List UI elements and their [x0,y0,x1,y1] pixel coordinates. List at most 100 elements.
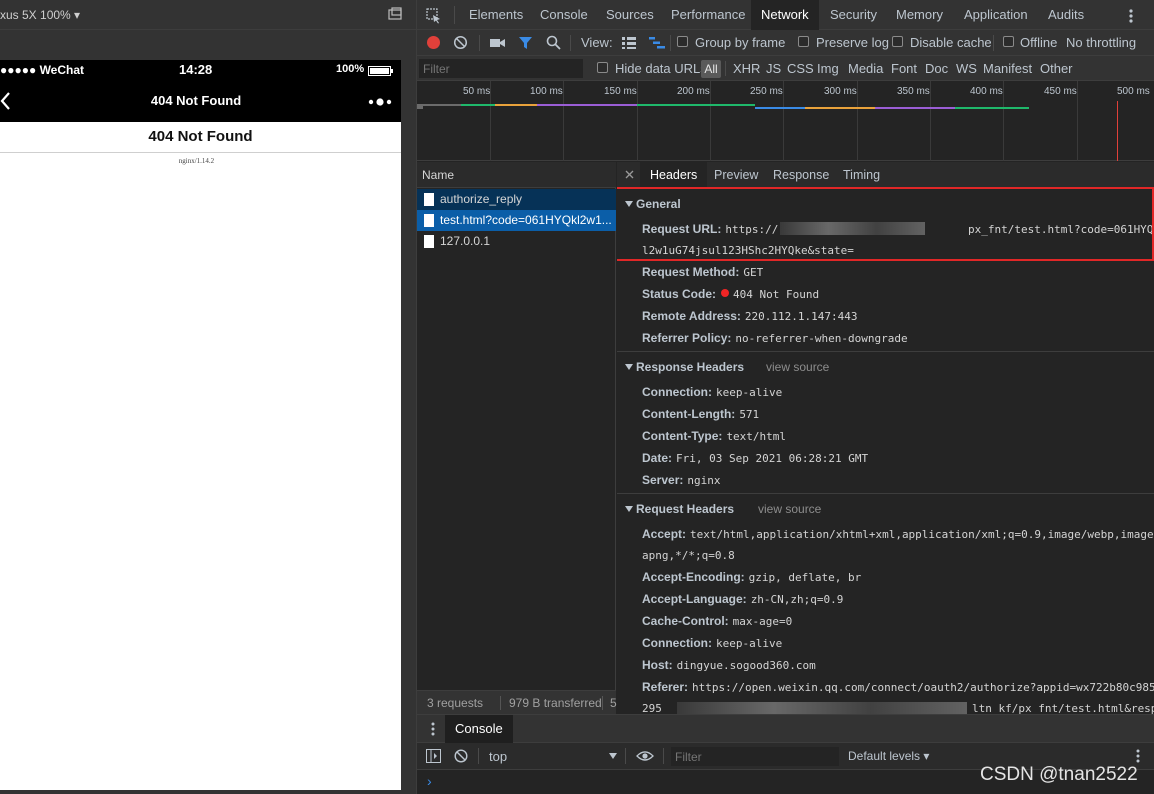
throttling-select[interactable]: No throttling [1066,35,1136,50]
request-row[interactable]: 127.0.0.1 [417,231,616,252]
filter-input[interactable] [419,59,583,78]
tick-gridline [563,81,564,161]
header-key: Connection: [642,385,712,399]
waterfall-bar [417,104,423,109]
request-header-row-cont: ltn_kf/px_fnt/test.html&resp [972,701,1154,714]
header-value: Fri, 03 Sep 2021 06:28:21 GMT [676,452,869,465]
clear-icon[interactable] [453,35,468,50]
type-filter-doc[interactable]: Doc [925,61,948,76]
request-view-source-link[interactable]: view source [758,502,821,516]
type-filter-js[interactable]: JS [766,61,781,76]
transferred-size: 979 B transferred [509,696,602,710]
status-time: 14:28 [179,62,213,77]
type-filter-css[interactable]: CSS [787,61,814,76]
request-name: 127.0.0.1 [440,234,491,248]
disable-cache-checkbox[interactable] [892,36,903,47]
offline-label: Offline [1020,35,1058,50]
referrer-policy-row: Referrer Policy: no-referrer-when-downgra… [642,331,908,345]
record-icon[interactable] [426,35,441,50]
filter-separator [725,61,726,76]
document-icon [424,214,434,227]
capture-screenshots-icon[interactable] [490,37,506,49]
type-filter-other[interactable]: Other [1040,61,1073,76]
drawer-tab-console[interactable]: Console [445,715,513,743]
type-filter-font[interactable]: Font [891,61,917,76]
detail-tab-bar: Headers Preview Response Timing [617,162,1154,188]
log-levels-select[interactable]: Default levels ▾ [848,749,929,763]
header-value: 295 [642,702,662,714]
tick-label: 250 ms [750,86,783,97]
tab-preview[interactable]: Preview [714,162,758,188]
tab-headers[interactable]: Headers [640,162,708,188]
header-key: Accept-Encoding: [642,570,745,584]
tab-security[interactable]: Security [830,0,877,30]
dock-icon[interactable] [388,7,402,21]
search-icon[interactable] [546,35,561,50]
request-row[interactable]: authorize_reply [417,189,616,210]
drawer-menu-icon[interactable] [431,722,435,736]
toolbar-separator [478,748,479,764]
timeline-overview[interactable]: 50 ms 100 ms 150 ms 200 ms 250 ms 300 ms… [417,81,1154,161]
hide-data-urls-checkbox[interactable] [597,62,608,73]
view-label: View: [581,35,613,50]
toolbar-separator [625,748,626,764]
tab-audits[interactable]: Audits [1048,0,1084,30]
more-options-icon[interactable] [1128,8,1134,24]
request-method-row: Request Method: GET [642,265,763,279]
tab-performance[interactable]: Performance [671,0,745,30]
device-selector[interactable]: xus 5X 100% ▾ [0,8,80,22]
device-toolbar: xus 5X 100% ▾ [0,0,416,30]
type-filter-img[interactable]: Img [817,61,839,76]
live-expression-eye-icon[interactable] [636,750,654,762]
tick-gridline [1003,81,1004,161]
tab-console[interactable]: Console [540,0,588,30]
close-icon[interactable] [625,170,634,179]
response-view-source-link[interactable]: view source [766,360,829,374]
tab-application[interactable]: Application [964,0,1028,30]
type-filter-ws[interactable]: WS [956,61,977,76]
type-filter-all[interactable]: All [701,60,721,78]
request-list: Name authorize_reply test.html?code=061H… [417,162,617,714]
sidebar-toggle-icon[interactable] [426,749,441,763]
more-menu-icon[interactable] [368,97,392,107]
response-header-row: Date: Fri, 03 Sep 2021 06:28:21 GMT [642,451,868,465]
inspect-element-icon[interactable] [426,8,442,24]
header-value: https://open.weixin.qq.com/connect/oauth… [692,681,1154,694]
response-headers-toggle[interactable]: Response Headers [625,360,744,374]
group-by-frame-label: Group by frame [695,35,786,50]
tab-elements[interactable]: Elements [469,0,523,30]
type-filter-xhr[interactable]: XHR [733,61,760,76]
dropdown-arrow-icon[interactable] [609,753,617,759]
console-filter-input[interactable] [671,747,839,766]
filter-funnel-icon[interactable] [518,36,533,50]
page-heading: 404 Not Found [148,128,253,145]
tab-response[interactable]: Response [773,162,829,188]
toolbar-separator [993,35,994,51]
tab-network[interactable]: Network [751,0,819,30]
large-rows-icon[interactable] [622,37,636,49]
response-headers-title: Response Headers [636,360,745,374]
offline-checkbox[interactable] [1003,36,1014,47]
name-column-header[interactable]: Name [422,168,454,182]
request-row-selected[interactable]: test.html?code=061HYQkl2w1... [417,210,616,231]
tab-memory[interactable]: Memory [896,0,943,30]
console-prompt[interactable]: › [427,773,432,789]
phone-status-bar: ●●●●● WeChat 14:28 100% [0,60,401,80]
type-filter-media[interactable]: Media [848,61,883,76]
document-icon [424,193,434,206]
type-filter-manifest[interactable]: Manifest [983,61,1032,76]
tab-sources[interactable]: Sources [606,0,654,30]
clear-console-icon[interactable] [454,749,468,763]
preserve-log-checkbox[interactable] [798,36,809,47]
request-headers-toggle[interactable]: Request Headers [625,502,734,516]
request-headers-title: Request Headers [636,502,735,516]
triangle-down-icon [625,506,633,512]
tab-timing[interactable]: Timing [843,162,880,188]
toolbar-separator [570,35,571,51]
group-by-frame-checkbox[interactable] [677,36,688,47]
context-select[interactable]: top [489,749,507,764]
waterfall-bar [461,104,495,106]
header-value: apng,*/*;q=0.8 [642,549,735,562]
console-settings-icon[interactable] [1136,749,1140,763]
waterfall-overview-icon[interactable] [649,37,665,49]
